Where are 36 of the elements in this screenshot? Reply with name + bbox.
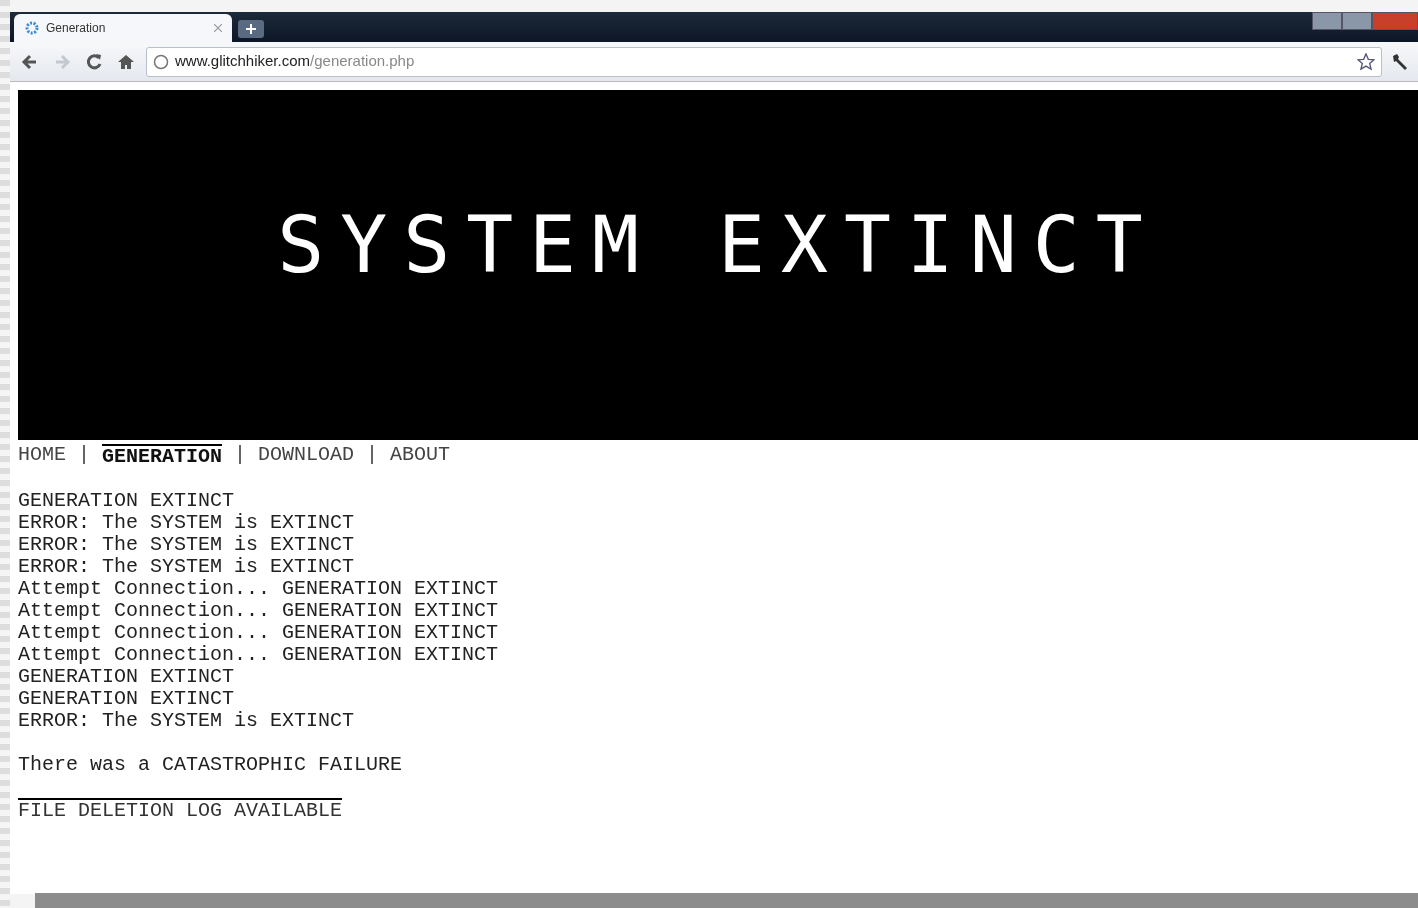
- globe-icon: [153, 53, 169, 70]
- menu-separator: |: [78, 444, 91, 468]
- banner-title: SYSTEM EXTINCT: [277, 206, 1159, 284]
- log-line: GENERATION EXTINCT: [18, 490, 236, 512]
- failure-message: There was a CATASTROPHIC FAILURE: [18, 754, 404, 776]
- menu-link[interactable]: HOME: [18, 444, 66, 468]
- tab-title: Generation: [46, 20, 107, 37]
- log-line: Attempt Connection... GENERATION EXTINCT: [18, 644, 500, 666]
- wrench-icon[interactable]: [1390, 51, 1410, 72]
- log-line: Attempt Connection... GENERATION EXTINCT: [18, 622, 500, 644]
- reload-icon: [84, 51, 104, 72]
- plus-icon: [246, 24, 256, 34]
- address-bar[interactable]: www.glitchhiker.com/generation.php: [146, 46, 1382, 77]
- log-line: Attempt Connection... GENERATION EXTINCT: [18, 600, 500, 622]
- new-tab-button[interactable]: [238, 20, 264, 38]
- log-line: ERROR: The SYSTEM is EXTINCT: [18, 534, 356, 556]
- minimize-button[interactable]: [1312, 12, 1342, 30]
- star-icon[interactable]: [1357, 52, 1375, 71]
- url-text: www.glitchhiker.com/generation.php: [175, 51, 416, 72]
- log-line: GENERATION EXTINCT: [18, 688, 236, 710]
- log-line: ERROR: The SYSTEM is EXTINCT: [18, 710, 356, 732]
- menu-link[interactable]: DOWNLOAD: [258, 444, 355, 468]
- log-line: ERROR: The SYSTEM is EXTINCT: [18, 556, 356, 578]
- menu-separator: |: [234, 444, 247, 468]
- log-link[interactable]: FILE DELETION LOG AVAILABLE: [18, 798, 343, 822]
- log-line: Attempt Connection... GENERATION EXTINCT: [18, 578, 500, 600]
- scrollbar[interactable]: [35, 893, 1418, 908]
- log-line: ERROR: The SYSTEM is EXTINCT: [18, 512, 356, 534]
- gear-icon: [24, 20, 40, 36]
- maximize-button[interactable]: [1342, 12, 1372, 30]
- log-line: GENERATION EXTINCT: [18, 666, 236, 688]
- menu-separator: |: [366, 444, 379, 468]
- browser-tab[interactable]: Generation: [14, 14, 232, 42]
- menu-link[interactable]: ABOUT: [390, 444, 451, 468]
- menu-link[interactable]: GENERATION: [102, 444, 223, 468]
- close-tab-icon[interactable]: [214, 24, 222, 32]
